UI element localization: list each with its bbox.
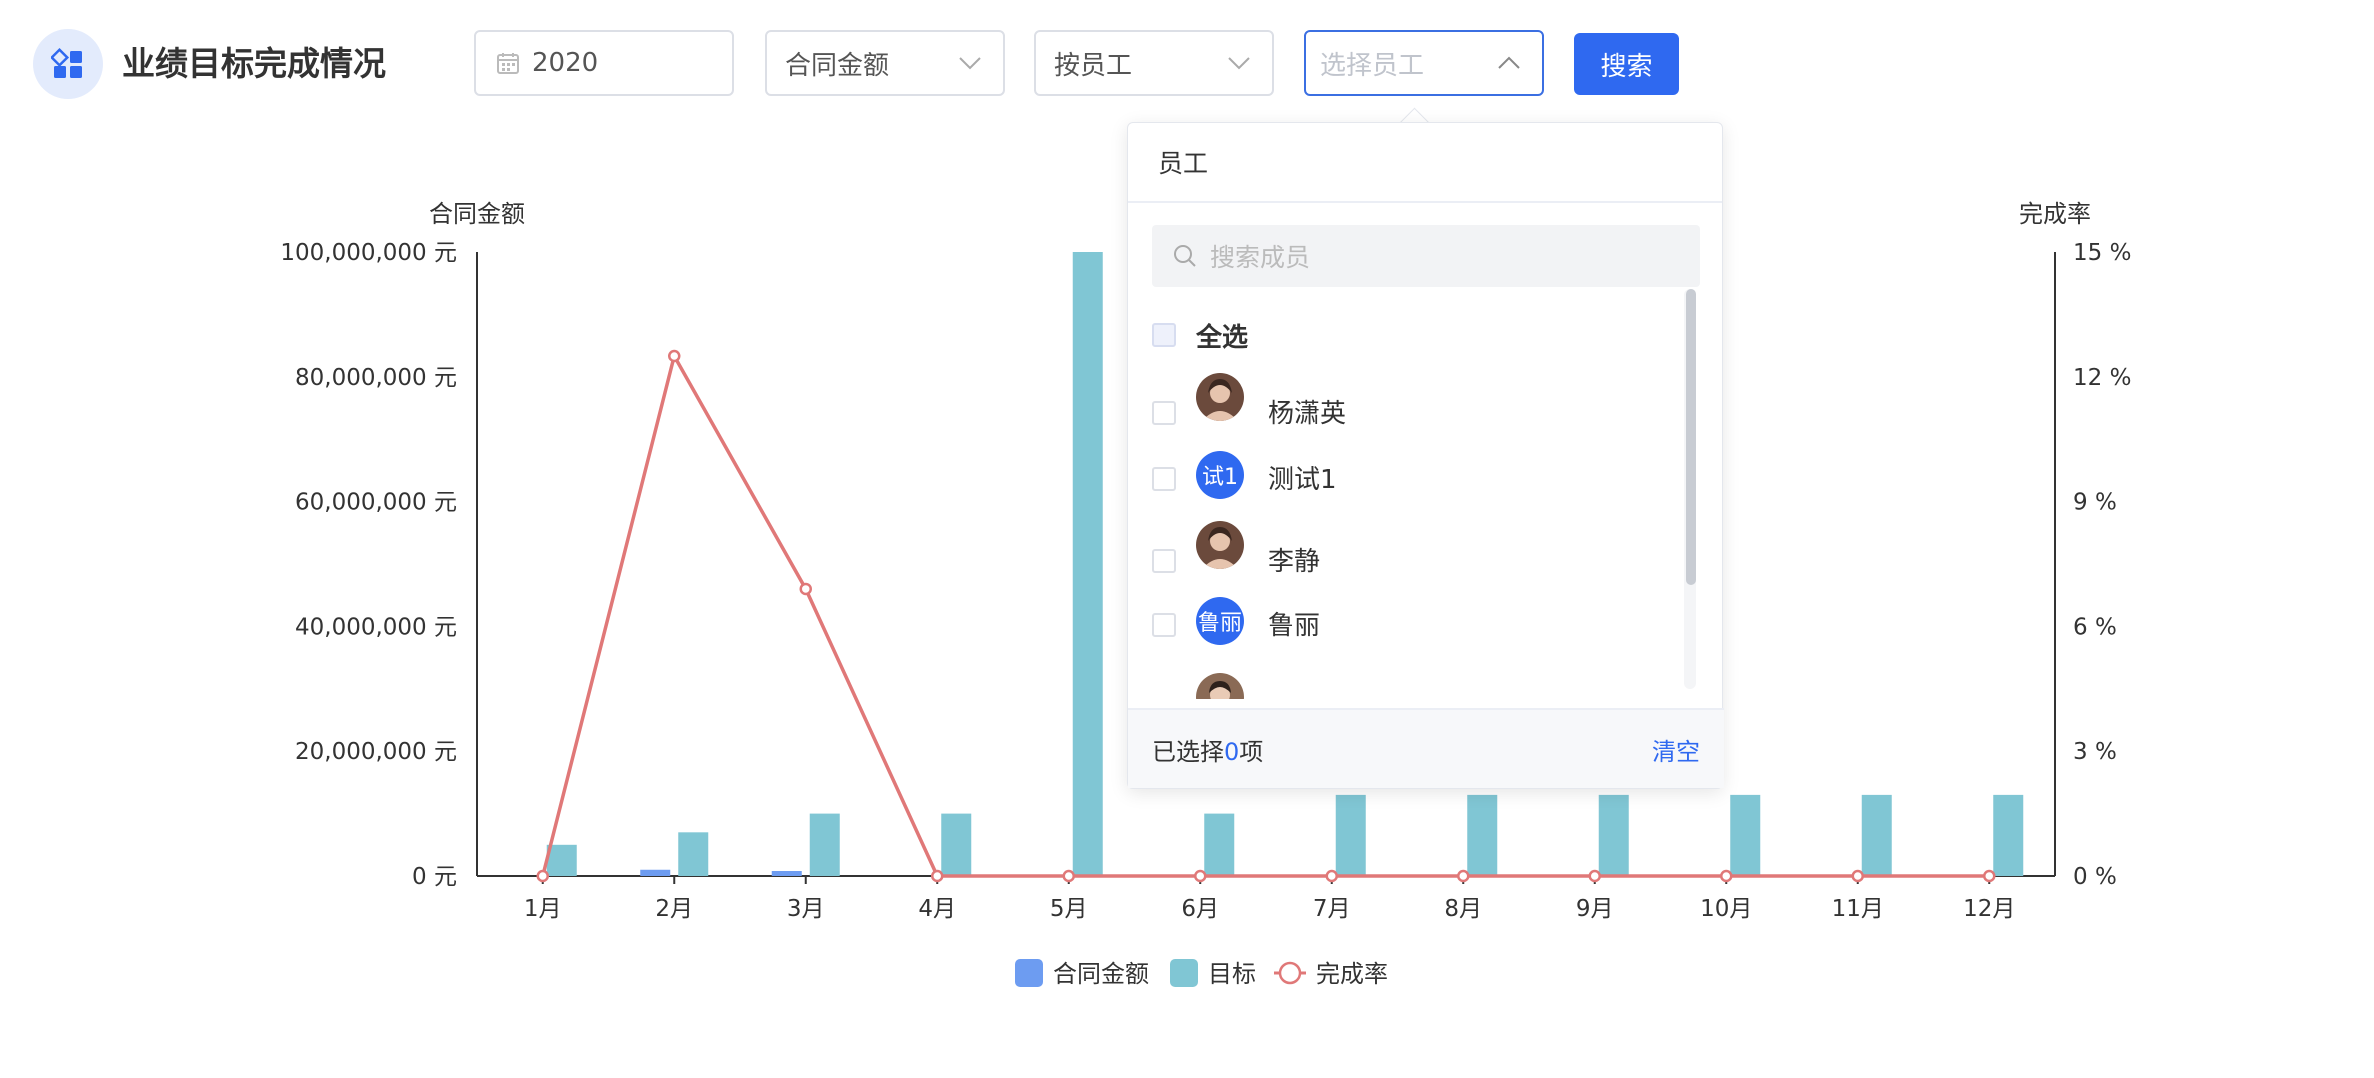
member-avatar: 鲁丽	[1196, 597, 1244, 645]
legend-contract-label: 合同金额	[1053, 960, 1149, 988]
member-avatar: 试1	[1196, 451, 1244, 499]
left-tick-label: 40,000,000 元	[295, 614, 457, 640]
dashboard-icon	[51, 47, 82, 78]
target-bar	[1204, 813, 1235, 876]
x-tick-label: 4月	[918, 896, 956, 922]
completion-rate-point	[1457, 869, 1470, 883]
search-icon	[1174, 245, 1196, 267]
target-bar	[1730, 794, 1761, 876]
completion-rate-point	[931, 869, 944, 883]
group-by-value: 按员工	[1054, 50, 1133, 81]
right-axis-title: 完成率	[2019, 200, 2091, 228]
left-tick-label: 60,000,000 元	[295, 490, 457, 516]
member-checkbox[interactable]	[1152, 549, 1176, 573]
member-avatar-photo	[1196, 521, 1244, 569]
x-tick-label: 7月	[1313, 896, 1351, 922]
completion-rate-point	[1325, 869, 1338, 883]
completion-rate-point	[1588, 869, 1601, 883]
target-bar	[941, 813, 972, 876]
member-name: 杨潇英	[1268, 399, 1347, 429]
left-axis-title: 合同金额	[429, 200, 525, 228]
member-list-scroll-thumb[interactable]	[1686, 289, 1696, 585]
target-bar	[1598, 794, 1629, 876]
legend-rate-label: 完成率	[1316, 960, 1388, 988]
completion-rate-point	[536, 869, 549, 883]
chevron-up-icon	[1492, 56, 1526, 70]
x-tick-label: 12月	[1963, 896, 2015, 922]
member-checkbox[interactable]	[1152, 613, 1176, 637]
selected-count-text: 已选择0项	[1152, 737, 1264, 766]
x-tick-label: 11月	[1832, 896, 1884, 922]
select-all-label: 全选	[1196, 323, 1249, 353]
completion-rate-point	[1983, 869, 1996, 883]
x-tick-label: 6月	[1181, 896, 1219, 922]
left-tick-label: 20,000,000 元	[295, 739, 457, 765]
clear-button[interactable]: 清空	[1652, 732, 1700, 767]
chevron-down-icon	[953, 56, 987, 70]
contract-bar	[771, 871, 802, 876]
x-tick-label: 5月	[1050, 896, 1088, 922]
employee-dropdown: 员工 搜索成员 全选 杨潇英 试1 测试1 李静 鲁丽 鲁丽 已选择0项 清空	[1127, 122, 1724, 789]
member-name: 李静	[1268, 547, 1321, 577]
member-checkbox[interactable]	[1152, 467, 1176, 491]
app-logo	[33, 29, 103, 99]
select-all-checkbox[interactable]	[1152, 323, 1176, 347]
target-bar	[1861, 794, 1892, 876]
completion-rate-point	[799, 582, 812, 596]
target-bar	[1335, 794, 1366, 876]
target-bar	[1072, 252, 1103, 876]
employee-select[interactable]: 选择员工	[1304, 30, 1544, 96]
target-bar	[809, 813, 840, 876]
target-bar	[678, 832, 709, 876]
member-name: 鲁丽	[1268, 611, 1321, 641]
group-by-select[interactable]: 按员工	[1034, 30, 1274, 96]
calendar-icon	[496, 51, 520, 75]
page-title: 业绩目标完成情况	[122, 44, 386, 83]
search-button[interactable]: 搜索	[1574, 33, 1679, 95]
member-search-input[interactable]: 搜索成员	[1152, 225, 1700, 287]
x-tick-label: 8月	[1444, 896, 1482, 922]
completion-rate-point	[1720, 869, 1733, 883]
dropdown-footer: 已选择0项 清空	[1128, 708, 1724, 788]
employee-placeholder: 选择员工	[1320, 50, 1425, 81]
chevron-down-icon	[1222, 56, 1256, 70]
completion-rate-point	[1851, 869, 1864, 883]
right-tick-label: 15 %	[2073, 240, 2131, 266]
target-bar	[1993, 794, 2024, 876]
right-tick-label: 6 %	[2073, 614, 2117, 640]
member-checkbox[interactable]	[1152, 401, 1176, 425]
right-tick-label: 9 %	[2073, 490, 2117, 516]
right-tick-label: 12 %	[2073, 365, 2131, 391]
member-search-placeholder: 搜索成员	[1210, 243, 1311, 272]
left-tick-label: 100,000,000 元	[280, 240, 457, 266]
toolbar: 业绩目标完成情况 2020 合同金额 按员工 选择员工 搜索	[0, 0, 2374, 130]
right-tick-label: 0 %	[2073, 864, 2117, 890]
left-tick-label: 0 元	[412, 864, 457, 890]
legend-target-label: 目标	[1208, 960, 1256, 988]
member-name: 测试1	[1268, 465, 1337, 495]
right-tick-label: 3 %	[2073, 739, 2117, 765]
metric-select[interactable]: 合同金额	[765, 30, 1005, 96]
left-tick-label: 80,000,000 元	[295, 365, 457, 391]
x-tick-label: 3月	[787, 896, 825, 922]
x-tick-label: 9月	[1576, 896, 1614, 922]
member-avatar-photo	[1196, 373, 1244, 421]
x-tick-label: 2月	[655, 896, 693, 922]
year-picker[interactable]: 2020	[474, 30, 734, 96]
metric-value: 合同金额	[785, 50, 890, 81]
dropdown-header: 员工	[1128, 123, 1722, 203]
legend-target-swatch	[1170, 959, 1198, 987]
x-tick-label: 1月	[524, 896, 562, 922]
completion-rate-point	[1194, 869, 1207, 883]
completion-rate-point	[1062, 869, 1075, 883]
completion-rate-point	[668, 349, 681, 363]
contract-bar	[640, 869, 671, 876]
member-avatar-photo	[1196, 673, 1244, 699]
target-bar	[1467, 794, 1498, 876]
legend-rate-marker	[1278, 961, 1302, 985]
member-list: 全选 杨潇英 试1 测试1 李静 鲁丽 鲁丽	[1128, 289, 1724, 699]
year-value: 2020	[532, 48, 599, 78]
x-tick-label: 10月	[1700, 896, 1752, 922]
legend-contract-swatch	[1015, 959, 1043, 987]
